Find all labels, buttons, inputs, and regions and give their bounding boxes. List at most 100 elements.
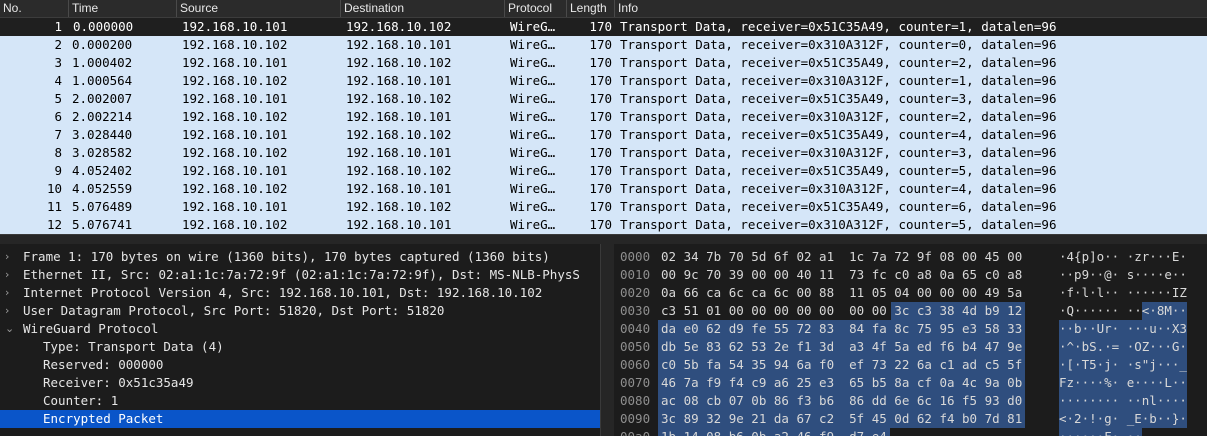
- packet-info: Transport Data, receiver=0x310A312F, cou…: [620, 109, 1057, 124]
- details-tree-node[interactable]: › Ethernet II, Src: 02:a1:1c:7a:72:9f (02…: [0, 266, 600, 284]
- packet-protocol: WireG…: [510, 145, 556, 160]
- packet-length: 170: [589, 199, 612, 214]
- hex-row[interactable]: 0010 00 9c 70 39 00 00 40 11 73 fc c0 a8 …: [614, 266, 1207, 284]
- packet-length: 170: [589, 127, 612, 142]
- hex-row[interactable]: 0060 c0 5b fa 54 35 94 6a f0 ef 73 22 6a …: [614, 356, 1207, 374]
- packet-destination: 192.168.10.102: [346, 163, 452, 178]
- details-tree-node[interactable]: › Frame 1: 170 bytes on wire (1360 bits),…: [0, 248, 600, 266]
- details-text: Frame 1: 170 bytes on wire (1360 bits), …: [23, 249, 550, 264]
- packet-row[interactable]: 3 1.000402 192.168.10.101 192.168.10.102 Wir…: [0, 54, 1207, 72]
- packet-source: 192.168.10.102: [182, 73, 288, 88]
- packet-destination: 192.168.10.101: [346, 73, 452, 88]
- details-text: Reserved: 000000: [43, 357, 164, 372]
- vertical-pane-splitter[interactable]: [600, 244, 615, 436]
- packet-no: 10: [46, 181, 62, 196]
- packet-time: 5.076741: [72, 217, 133, 232]
- hex-bytes: ac 08 cb 07 0b 86 f3 b6 86 dd 6e 6c 16 f…: [661, 393, 1023, 408]
- packet-row[interactable]: 11 5.076489 192.168.10.101 192.168.10.102 Wi…: [0, 198, 1207, 216]
- packet-bytes-pane[interactable]: 0000 02 34 7b 70 5d 6f 02 a1 1c 7a 72 9f …: [614, 244, 1207, 436]
- packet-row[interactable]: 8 3.028582 192.168.10.102 192.168.10.101 Wir…: [0, 144, 1207, 162]
- packet-no: 3: [54, 55, 62, 70]
- hex-row[interactable]: 0030 c3 51 01 00 00 00 00 00 00 00 3c c3 …: [614, 302, 1207, 320]
- hex-bytes: 3c 89 32 9e 21 da 67 c2 5f 45 0d 62 f4 b…: [661, 411, 1023, 426]
- hex-offset: 0040: [620, 321, 651, 336]
- hex-offset: 0020: [620, 285, 651, 300]
- hex-offset: 0070: [620, 375, 651, 390]
- packet-protocol: WireG…: [510, 199, 556, 214]
- column-header-destination[interactable]: Destination: [340, 0, 504, 17]
- hex-ascii: ··b··Ur· ···u··X3: [1059, 321, 1187, 336]
- chevron-right-icon[interactable]: ›: [5, 302, 17, 320]
- packet-info: Transport Data, receiver=0x310A312F, cou…: [620, 217, 1057, 232]
- details-tree-node[interactable]: › User Datagram Protocol, Src Port: 51820…: [0, 302, 600, 320]
- chevron-down-icon[interactable]: ⌄: [5, 320, 17, 338]
- hex-row[interactable]: 0000 02 34 7b 70 5d 6f 02 a1 1c 7a 72 9f …: [614, 248, 1207, 266]
- packet-protocol: WireG…: [510, 181, 556, 196]
- details-tree-node[interactable]: › Internet Protocol Version 4, Src: 192.1…: [0, 284, 600, 302]
- packet-info: Transport Data, receiver=0x51C35A49, cou…: [620, 127, 1057, 142]
- details-field[interactable]: Receiver: 0x51c35a49: [0, 374, 600, 392]
- packet-row[interactable]: 9 4.052402 192.168.10.101 192.168.10.102 Wir…: [0, 162, 1207, 180]
- details-text: Counter: 1: [43, 393, 119, 408]
- packet-row[interactable]: 10 4.052559 192.168.10.102 192.168.10.101 Wi…: [0, 180, 1207, 198]
- hex-ascii: ········ ··nl····: [1059, 393, 1187, 408]
- packet-destination: 192.168.10.102: [346, 91, 452, 106]
- hex-row[interactable]: 0020 0a 66 ca 6c ca 6c 00 88 11 05 04 00 …: [614, 284, 1207, 302]
- details-field[interactable]: Encrypted Packet: [0, 410, 600, 428]
- column-header-info[interactable]: Info: [614, 0, 1207, 17]
- packet-destination: 192.168.10.102: [346, 199, 452, 214]
- details-field[interactable]: Type: Transport Data (4): [0, 338, 600, 356]
- column-header-no[interactable]: No.: [0, 0, 68, 17]
- packet-length: 170: [589, 163, 612, 178]
- packet-row[interactable]: 6 2.002214 192.168.10.102 192.168.10.101 Wir…: [0, 108, 1207, 126]
- hex-row[interactable]: 00a0 1b 14 08 b6 0b a2 46 f9 d7 e4 ······F…: [614, 428, 1207, 436]
- details-tree-node[interactable]: ⌄ WireGuard Protocol: [0, 320, 600, 338]
- packet-row[interactable]: 2 0.000200 192.168.10.102 192.168.10.101 Wir…: [0, 36, 1207, 54]
- hex-bytes: da e0 62 d9 fe 55 72 83 84 fa 8c 75 95 e…: [661, 321, 1023, 336]
- packet-destination: 192.168.10.101: [346, 217, 452, 232]
- packet-row[interactable]: 4 1.000564 192.168.10.102 192.168.10.101 Wir…: [0, 72, 1207, 90]
- packet-no: 1: [54, 19, 62, 34]
- hex-row[interactable]: 0080 ac 08 cb 07 0b 86 f3 b6 86 dd 6e 6c …: [614, 392, 1207, 410]
- hex-bytes: db 5e 83 62 53 2e f1 3d a3 4f 5a ed f6 b…: [661, 339, 1023, 354]
- hex-row[interactable]: 0090 3c 89 32 9e 21 da 67 c2 5f 45 0d 62 …: [614, 410, 1207, 428]
- packet-length: 170: [589, 109, 612, 124]
- chevron-right-icon[interactable]: ›: [5, 266, 17, 284]
- packet-no: 8: [54, 145, 62, 160]
- packet-protocol: WireG…: [510, 55, 556, 70]
- hex-offset: 0060: [620, 357, 651, 372]
- packet-protocol: WireG…: [510, 73, 556, 88]
- details-field[interactable]: Counter: 1: [0, 392, 600, 410]
- chevron-right-icon[interactable]: ›: [5, 284, 17, 302]
- hex-ascii: ·4{p]o·· ·zr···E·: [1059, 249, 1187, 264]
- packet-row[interactable]: 1 0.000000 192.168.10.101 192.168.10.102 Wir…: [0, 18, 1207, 36]
- packet-time: 2.002214: [72, 109, 133, 124]
- chevron-right-icon[interactable]: ›: [5, 248, 17, 266]
- hex-row[interactable]: 0040 da e0 62 d9 fe 55 72 83 84 fa 8c 75 …: [614, 320, 1207, 338]
- packet-list[interactable]: No. Time Source Destination Protocol Len…: [0, 0, 1207, 234]
- packet-protocol: WireG…: [510, 37, 556, 52]
- column-header-time[interactable]: Time: [68, 0, 176, 17]
- packet-info: Transport Data, receiver=0x51C35A49, cou…: [620, 199, 1057, 214]
- packet-source: 192.168.10.101: [182, 91, 288, 106]
- packet-row[interactable]: 7 3.028440 192.168.10.101 192.168.10.102 Wir…: [0, 126, 1207, 144]
- details-field[interactable]: Reserved: 000000: [0, 356, 600, 374]
- details-text: Receiver: 0x51c35a49: [43, 375, 194, 390]
- packet-row[interactable]: 12 5.076741 192.168.10.102 192.168.10.101 Wi…: [0, 216, 1207, 234]
- hex-offset: 00a0: [620, 428, 650, 436]
- details-text: WireGuard Protocol: [23, 321, 159, 336]
- packet-source: 192.168.10.101: [182, 163, 288, 178]
- hex-row[interactable]: 0070 46 7a f9 f4 c9 a6 25 e3 65 b5 8a cf …: [614, 374, 1207, 392]
- column-header-protocol[interactable]: Protocol: [504, 0, 566, 17]
- hex-bytes: 0a 66 ca 6c ca 6c 00 88 11 05 04 00 00 0…: [661, 285, 1023, 300]
- hex-ascii: ·f·l·l·· ······IZ: [1059, 285, 1187, 300]
- packet-destination: 192.168.10.102: [346, 19, 452, 34]
- packet-destination: 192.168.10.102: [346, 55, 452, 70]
- packet-info: Transport Data, receiver=0x310A312F, cou…: [620, 181, 1057, 196]
- column-header-source[interactable]: Source: [176, 0, 340, 17]
- hex-row[interactable]: 0050 db 5e 83 62 53 2e f1 3d a3 4f 5a ed …: [614, 338, 1207, 356]
- packet-row[interactable]: 5 2.002007 192.168.10.101 192.168.10.102 Wir…: [0, 90, 1207, 108]
- packet-details-pane[interactable]: › Frame 1: 170 bytes on wire (1360 bits),…: [0, 244, 600, 436]
- packet-length: 170: [589, 37, 612, 52]
- column-header-length[interactable]: Length: [566, 0, 614, 17]
